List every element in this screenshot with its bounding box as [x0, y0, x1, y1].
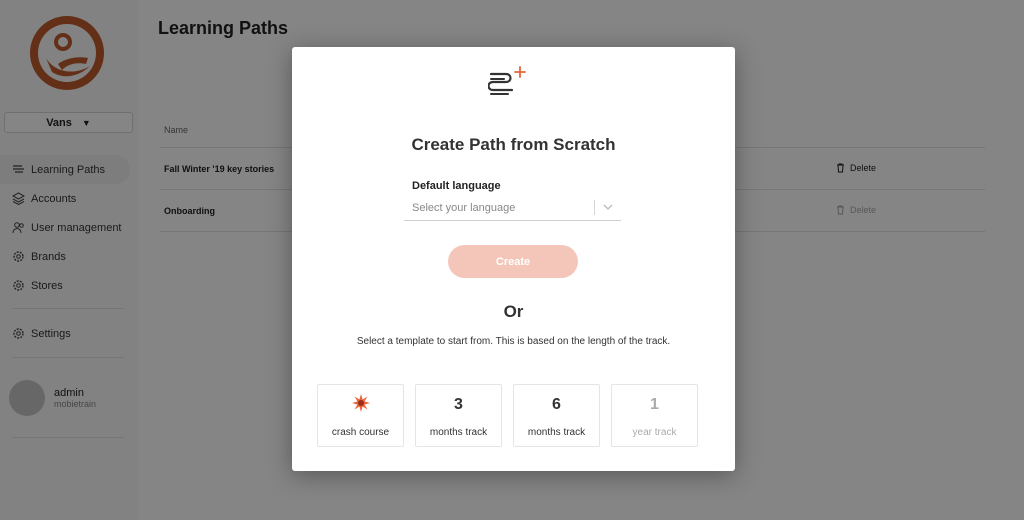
create-button[interactable]: Create [448, 245, 578, 278]
or-separator: Or [503, 302, 524, 321]
create-path-modal: Create Path from Scratch Default languag… [292, 47, 735, 471]
language-placeholder: Select your language [412, 202, 516, 214]
chevron-down-icon [603, 204, 613, 210]
template-number: 1 [650, 396, 659, 413]
language-select[interactable]: Select your language [404, 197, 621, 221]
template-crash-course[interactable]: crash course [317, 384, 404, 447]
template-label: crash course [331, 427, 390, 438]
template-helper-text: Select a template to start from. This is… [356, 336, 671, 347]
template-3-months[interactable]: 3 months track [415, 384, 502, 447]
template-list: crash course 3 months track 6 months tra… [317, 384, 698, 447]
template-number: 6 [552, 396, 561, 413]
language-label: Default language [412, 180, 501, 192]
template-label: months track [527, 427, 586, 438]
path-plus-icon [488, 66, 526, 95]
modal-title: Create Path from Scratch [411, 135, 616, 154]
select-separator [594, 200, 595, 215]
burst-icon [352, 394, 370, 412]
template-number: 3 [454, 396, 463, 413]
template-label: year track [632, 427, 677, 438]
template-6-months[interactable]: 6 months track [513, 384, 600, 447]
template-label: months track [429, 427, 488, 438]
template-1-year[interactable]: 1 year track [611, 384, 698, 447]
